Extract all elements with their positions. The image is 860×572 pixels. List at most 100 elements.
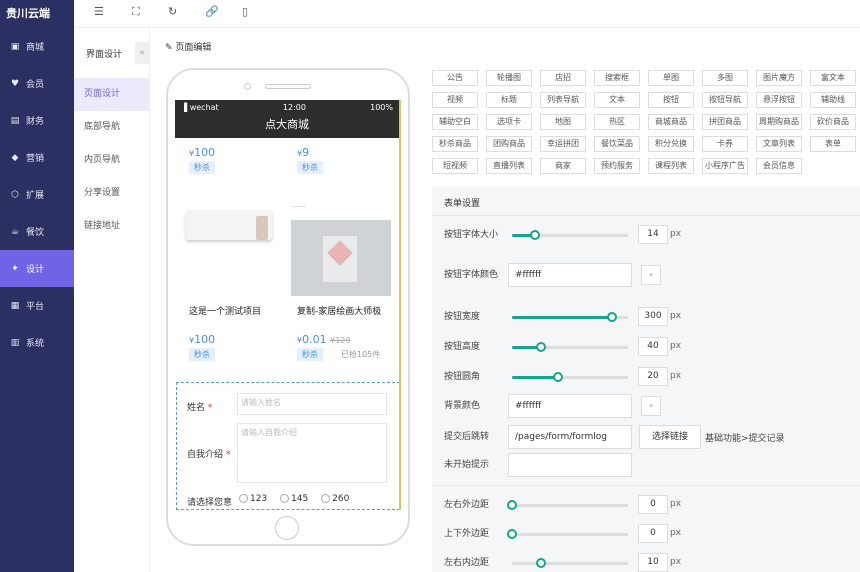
component-button[interactable]: 搜索框: [594, 70, 640, 86]
choose-link-button[interactable]: 选择链接: [639, 425, 701, 449]
component-button[interactable]: 富文本: [810, 70, 856, 86]
margin-lr-knob[interactable]: [507, 500, 517, 510]
design-icon: ✦: [11, 263, 19, 274]
component-button[interactable]: 拼团商品: [702, 114, 748, 130]
component-button[interactable]: 视频: [432, 92, 478, 108]
component-button[interactable]: 多图: [702, 70, 748, 86]
sidebar-item-design[interactable]: ✦ 设计: [0, 250, 74, 287]
component-button[interactable]: 按钮导航: [702, 92, 748, 108]
sidebar-item-shop[interactable]: ▣ 商城: [0, 28, 74, 65]
sidebar-item-platform[interactable]: ▦ 平台: [0, 287, 74, 324]
height-knob[interactable]: [536, 342, 546, 352]
component-button[interactable]: 辅助线: [810, 92, 856, 108]
font-size-input[interactable]: 14: [638, 225, 668, 244]
component-button[interactable]: 课程列表: [648, 158, 694, 174]
radius-input[interactable]: 20: [638, 367, 668, 386]
component-button[interactable]: 选项卡: [486, 114, 532, 130]
component-button[interactable]: 周期购商品: [756, 114, 802, 130]
padding-lr-input[interactable]: 10: [638, 553, 668, 572]
component-button[interactable]: 地图: [540, 114, 586, 130]
component-button[interactable]: 图片魔方: [756, 70, 802, 86]
component-button[interactable]: 小程序广告: [702, 158, 748, 174]
sidebar-item-finance[interactable]: ▤ 财务: [0, 102, 74, 139]
sidebar-item-marketing[interactable]: ◆ 营销: [0, 139, 74, 176]
goods-card[interactable]: ¥9 秒杀: [297, 146, 399, 174]
component-button[interactable]: 悬浮按钮: [756, 92, 802, 108]
component-button[interactable]: 砍价商品: [810, 114, 856, 130]
component-button[interactable]: 表单: [810, 136, 856, 152]
component-button[interactable]: 短视频: [432, 158, 478, 174]
margin-tb-label: 上下外边距: [444, 529, 490, 539]
bg-color-input[interactable]: #ffffff: [508, 394, 632, 418]
main-sidebar: 贵川云端 ▣ 商城 ♥ 会员 ▤ 财务 ◆ 营销 ⬡ 扩展 ☕ 餐饮 ✦ 设计 ▦ 平台 ▥ 系统: [0, 0, 74, 572]
component-button[interactable]: 餐饮菜品: [594, 136, 640, 152]
component-button[interactable]: 轮播图: [486, 70, 532, 86]
font-size-knob[interactable]: [530, 230, 541, 240]
not-started-input[interactable]: [508, 453, 632, 477]
radius-label: 按钮圆角: [444, 372, 481, 382]
component-button[interactable]: 秒杀商品: [432, 136, 478, 152]
margin-tb-slider[interactable]: [512, 533, 628, 536]
sidebar-item-system[interactable]: ▥ 系统: [0, 324, 74, 361]
component-button[interactable]: 文章列表: [756, 136, 802, 152]
font-color-picker[interactable]: ▾: [641, 265, 661, 285]
form-block[interactable]: 姓名 * 请输入姓名 自我介绍 * 请输入自我介绍 请选择您意 123 145 …: [176, 382, 399, 510]
component-button[interactable]: 辅助空白: [432, 114, 478, 130]
fullscreen-icon[interactable]: ⛶: [132, 5, 140, 19]
mobile-preview-icon[interactable]: ▯: [242, 5, 248, 18]
component-button[interactable]: 热区: [594, 114, 640, 130]
link-icon[interactable]: 🔗: [205, 5, 219, 18]
component-button[interactable]: 公告: [432, 70, 478, 86]
jump-input[interactable]: /pages/form/formlog: [508, 425, 632, 449]
padding-lr-slider[interactable]: [512, 562, 628, 565]
radio-option[interactable]: [239, 494, 248, 503]
radio-option[interactable]: [321, 494, 331, 503]
intro-textarea[interactable]: 请输入自我介绍: [237, 423, 387, 483]
subnav-item[interactable]: 页面设计: [74, 78, 149, 111]
component-button[interactable]: 直播列表: [486, 158, 532, 174]
height-input[interactable]: 40: [638, 337, 668, 356]
component-button[interactable]: 商家: [540, 158, 586, 174]
sidebar-item-food[interactable]: ☕ 餐饮: [0, 213, 74, 250]
padding-lr-knob[interactable]: [536, 558, 546, 568]
component-button[interactable]: 单图: [648, 70, 694, 86]
component-button[interactable]: 预约服务: [594, 158, 640, 174]
component-button[interactable]: 幸运拼团: [540, 136, 586, 152]
margin-tb-input[interactable]: 0: [638, 524, 668, 543]
collapse-button[interactable]: «: [135, 42, 149, 64]
bg-color-picker[interactable]: ▾: [641, 396, 661, 416]
component-button[interactable]: 店招: [540, 70, 586, 86]
margin-lr-slider[interactable]: [512, 504, 628, 507]
component-button[interactable]: 商城商品: [648, 114, 694, 130]
subnav-item[interactable]: 内页导航: [74, 144, 149, 177]
sidebar-item-member[interactable]: ♥ 会员: [0, 65, 74, 102]
goods-card[interactable]: ¥100 秒杀: [189, 146, 295, 174]
component-button[interactable]: 标题: [486, 92, 532, 108]
goods-card[interactable]: 这是一个测试项目 ¥100 秒杀: [189, 304, 295, 361]
subnav-item[interactable]: 分享设置: [74, 177, 149, 210]
component-button[interactable]: 卡券: [702, 136, 748, 152]
component-button[interactable]: 积分兑换: [648, 136, 694, 152]
component-button[interactable]: 列表导航: [540, 92, 586, 108]
member-icon: ♥: [10, 78, 20, 89]
sidebar-item-label: 扩展: [26, 191, 45, 201]
subnav-item[interactable]: 链接地址: [74, 210, 149, 243]
subnav-item[interactable]: 底部导航: [74, 111, 149, 144]
platform-icon: ▦: [10, 300, 20, 311]
sidebar-item-extend[interactable]: ⬡ 扩展: [0, 176, 74, 213]
component-button[interactable]: 团购商品: [486, 136, 532, 152]
font-color-input[interactable]: #ffffff: [508, 263, 632, 287]
refresh-icon[interactable]: ↻: [168, 5, 177, 18]
component-button[interactable]: 文本: [594, 92, 640, 108]
width-knob[interactable]: [606, 312, 617, 322]
radio-option[interactable]: [280, 494, 290, 503]
margin-tb-knob[interactable]: [507, 529, 517, 539]
width-input[interactable]: 300: [638, 307, 668, 326]
margin-lr-input[interactable]: 0: [638, 495, 668, 514]
name-input[interactable]: 请输入姓名: [237, 393, 387, 415]
component-button[interactable]: 会员信息: [756, 158, 802, 174]
radius-knob[interactable]: [553, 372, 564, 382]
goods-card[interactable]: 复制-家居绘画大师极 ¥0.01 ¥129 秒杀 已抢105件: [297, 304, 397, 361]
component-button[interactable]: 按钮: [648, 92, 694, 108]
menu-toggle-icon[interactable]: ☰: [94, 5, 104, 18]
